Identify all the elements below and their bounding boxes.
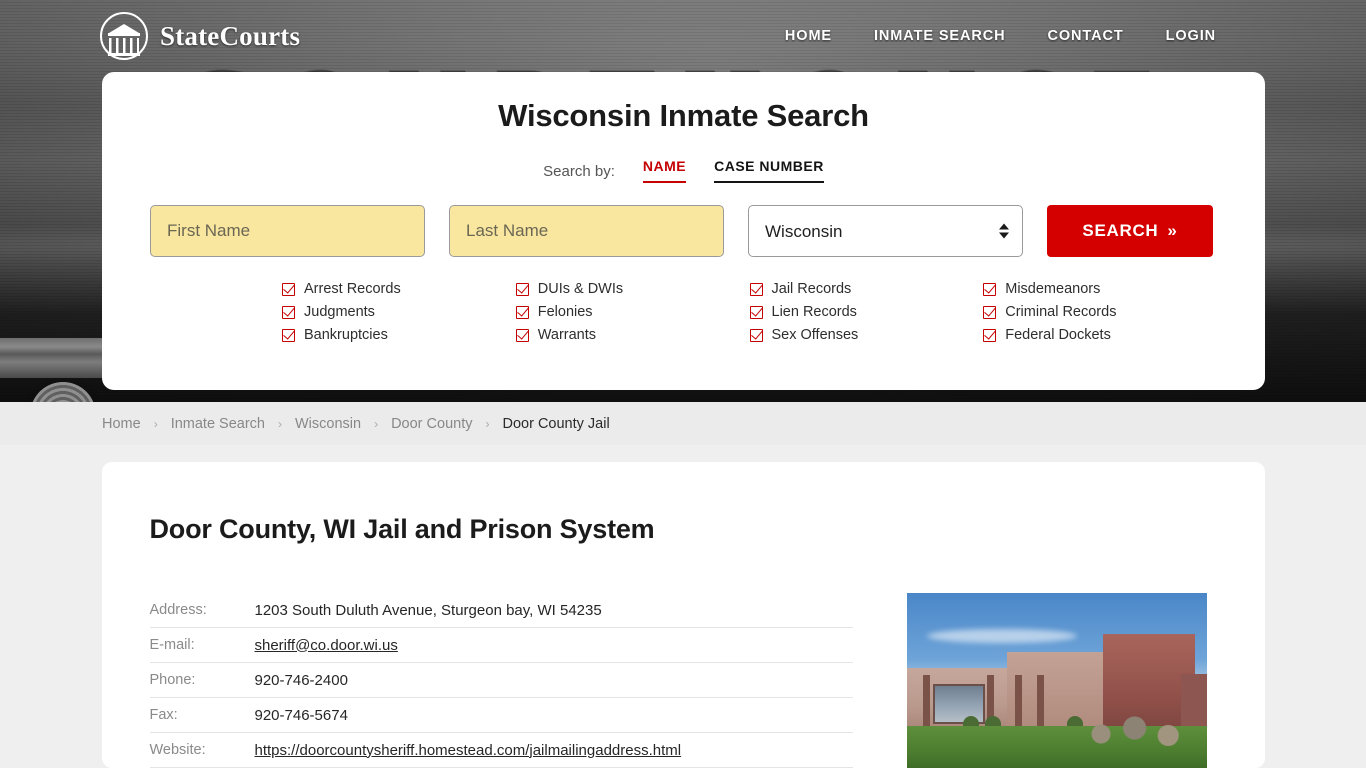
record-type-item[interactable]: Federal Dockets [983, 327, 1217, 343]
main-menu: HOME INMATE SEARCH CONTACT LOGIN [785, 28, 1216, 44]
chevron-right-icon: › [485, 416, 490, 431]
detail-key-phone: Phone: [149, 672, 196, 688]
top-navigation-bar: StateCourts HOME INMATE SEARCH CONTACT L… [0, 0, 1366, 72]
chevron-right-icon: › [278, 416, 282, 431]
breadcrumb-item-inmate-search[interactable]: Inmate Search [171, 416, 265, 432]
site-brand[interactable]: StateCourts [100, 12, 300, 60]
record-type-label: Lien Records [771, 304, 857, 320]
tab-case-number[interactable]: CASE NUMBER [714, 158, 824, 183]
courthouse-circle-icon [100, 12, 148, 60]
nav-item-home[interactable]: HOME [785, 28, 832, 44]
breadcrumb-item-home[interactable]: Home [102, 416, 141, 432]
checkbox-checked-icon[interactable] [515, 305, 529, 319]
record-type-label: Judgments [304, 304, 375, 320]
detail-value-phone: 920-746-2400 [254, 671, 348, 689]
breadcrumb-item-current: Door County Jail [502, 415, 610, 432]
detail-key-website: Website: [149, 742, 206, 758]
checkbox-checked-icon[interactable] [983, 328, 997, 342]
search-form: Wisconsin SEARCH » [150, 205, 1217, 257]
page-title: Door County, WI Jail and Prison System [149, 514, 655, 544]
record-type-label: Warrants [537, 327, 597, 343]
table-row: E-mail: sheriff@co.door.wi.us [149, 628, 853, 663]
record-type-item[interactable]: Sex Offenses [749, 327, 984, 343]
breadcrumb: Home › Inmate Search › Wisconsin › Door … [0, 402, 1366, 445]
record-type-item[interactable]: Criminal Records [983, 304, 1217, 320]
facility-photo [906, 593, 1207, 768]
nav-item-inmate-search[interactable]: INMATE SEARCH [874, 28, 1005, 44]
checkbox-checked-icon[interactable] [515, 282, 529, 296]
checkbox-checked-icon[interactable] [983, 282, 997, 296]
breadcrumb-item-wisconsin[interactable]: Wisconsin [295, 416, 361, 432]
chevron-right-icon: › [374, 416, 379, 431]
detail-value-address: 1203 South Duluth Avenue, Sturgeon bay, … [254, 601, 602, 619]
table-row: Website: https://doorcountysheriff.homes… [149, 733, 853, 768]
record-type-item[interactable]: Misdemeanors [983, 281, 1217, 297]
record-type-item[interactable]: Bankruptcies [282, 327, 516, 343]
record-type-item[interactable]: Jail Records [749, 281, 984, 297]
facility-detail-card: Door County, WI Jail and Prison System A… [101, 462, 1265, 768]
state-select-wrapper: Wisconsin [748, 205, 1023, 257]
detail-key-fax: Fax: [149, 707, 178, 723]
record-type-label: Bankruptcies [304, 327, 388, 343]
record-type-item[interactable]: Warrants [515, 327, 750, 343]
first-name-input[interactable] [150, 205, 425, 257]
checkbox-checked-icon[interactable] [282, 282, 295, 296]
record-type-label: Arrest Records [304, 281, 401, 297]
nav-item-login[interactable]: LOGIN [1166, 28, 1216, 44]
record-type-label: Federal Dockets [1005, 327, 1111, 343]
search-by-label: Search by: [543, 163, 615, 180]
tab-name[interactable]: NAME [642, 158, 687, 183]
detail-key-address: Address: [149, 602, 207, 618]
hero-header: COURTHOUSE StateCourts HOME INMATE SEARC… [0, 0, 1366, 402]
nav-item-contact[interactable]: CONTACT [1047, 28, 1123, 44]
checkbox-checked-icon[interactable] [282, 305, 295, 319]
detail-value-website[interactable]: https://doorcountysheriff.homestead.com/… [255, 742, 682, 759]
detail-key-email: E-mail: [149, 637, 195, 653]
brand-name: StateCourts [160, 20, 301, 51]
search-panel-title: Wisconsin Inmate Search [498, 98, 869, 133]
double-chevron-right-icon: » [1167, 221, 1178, 240]
checkbox-checked-icon[interactable] [983, 305, 997, 319]
record-type-label: Sex Offenses [771, 327, 859, 343]
record-type-item[interactable]: Arrest Records [282, 281, 516, 297]
table-row: Fax: 920-746-5674 [149, 698, 853, 733]
email-link[interactable]: sheriff@co.door.wi.us [255, 637, 398, 654]
search-button-label: SEARCH [1082, 221, 1159, 240]
search-mode-tabs: Search by: NAME CASE NUMBER [150, 158, 1217, 183]
checkbox-checked-icon[interactable] [749, 282, 763, 296]
website-link[interactable]: https://doorcountysheriff.homestead.com/… [255, 742, 682, 759]
ionic-column-capital-decoration [0, 170, 126, 402]
inmate-search-panel: Wisconsin Inmate Search Search by: NAME … [102, 72, 1265, 390]
search-button[interactable]: SEARCH » [1047, 205, 1213, 257]
record-type-item[interactable]: Felonies [515, 304, 750, 320]
record-type-item[interactable]: Lien Records [749, 304, 984, 320]
record-type-label: Misdemeanors [1005, 281, 1101, 297]
table-row: Address: 1203 South Duluth Avenue, Sturg… [149, 593, 853, 628]
detail-value-email[interactable]: sheriff@co.door.wi.us [255, 637, 398, 654]
record-type-label: Jail Records [771, 281, 852, 297]
chevron-right-icon: › [153, 416, 158, 431]
state-select[interactable]: Wisconsin [748, 205, 1023, 257]
record-type-item[interactable]: DUIs & DWIs [515, 281, 750, 297]
volute-shape [30, 382, 96, 402]
record-type-label: Criminal Records [1005, 304, 1117, 320]
table-row: Phone: 920-746-2400 [149, 663, 853, 698]
record-type-label: DUIs & DWIs [537, 281, 624, 297]
record-type-item[interactable]: Judgments [282, 304, 516, 320]
detail-value-fax: 920-746-5674 [254, 706, 348, 724]
last-name-input[interactable] [449, 205, 724, 257]
record-type-label: Felonies [537, 304, 593, 320]
checkbox-checked-icon[interactable] [749, 305, 763, 319]
checkbox-checked-icon[interactable] [749, 328, 763, 342]
checkbox-checked-icon[interactable] [282, 328, 295, 342]
checkbox-checked-icon[interactable] [515, 328, 529, 342]
breadcrumb-item-door-county[interactable]: Door County [391, 416, 472, 432]
facility-detail-layout: Address: 1203 South Duluth Avenue, Sturg… [149, 593, 1217, 768]
facility-info-table: Address: 1203 South Duluth Avenue, Sturg… [149, 593, 853, 768]
record-types-list: Arrest Records DUIs & DWIs Jail Records … [150, 281, 1217, 343]
